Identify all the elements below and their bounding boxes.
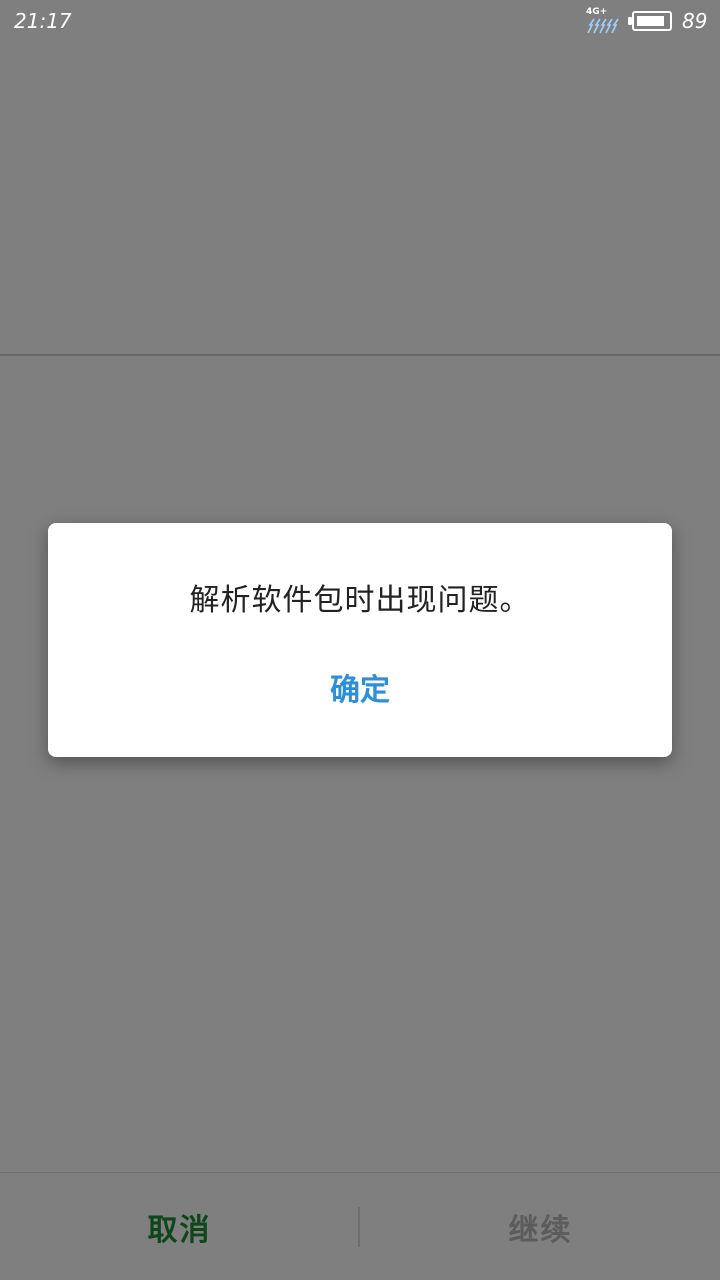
screen: 取消 继续 21:17 4G+ 89 解析软件包时出现问题。 确定 [0,0,720,1280]
battery-level-fill [637,16,664,26]
confirm-button[interactable]: 确定 [310,659,410,715]
signal-icon: 4G+ [584,7,620,37]
status-time: 21:17 [14,9,72,33]
parse-error-dialog: 解析软件包时出现问题。 确定 [48,523,672,757]
battery-percentage: 89 [682,9,708,33]
battery-icon [632,11,672,31]
dialog-message: 解析软件包时出现问题。 [189,583,531,618]
status-bar: 21:17 4G+ 89 [0,0,720,44]
